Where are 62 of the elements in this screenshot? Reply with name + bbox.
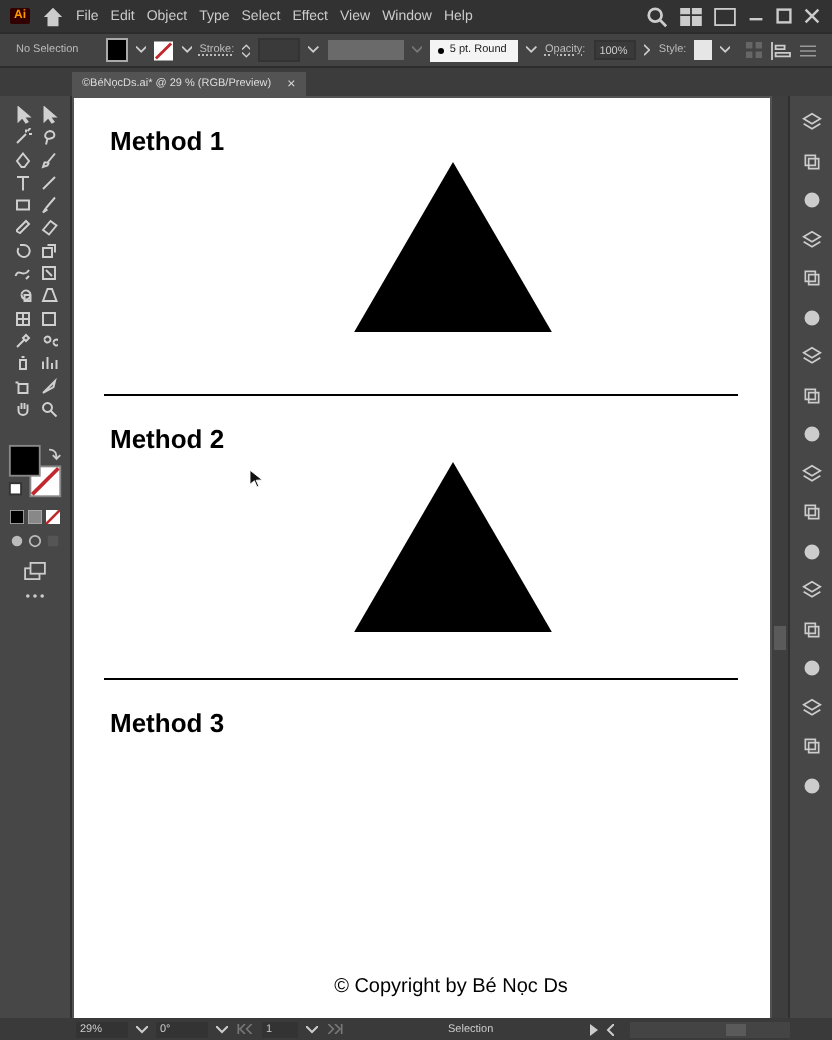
- chevron-icon[interactable]: [643, 44, 651, 56]
- dot-icon: [437, 47, 444, 53]
- style-swatch[interactable]: [694, 40, 712, 60]
- wand-icon[interactable]: [13, 128, 31, 147]
- search-icon[interactable]: [646, 5, 668, 27]
- close-icon[interactable]: [804, 8, 820, 24]
- eraser-icon[interactable]: [39, 218, 57, 237]
- caret-icon[interactable]: [308, 46, 320, 54]
- workspace-icon[interactable]: [680, 7, 702, 25]
- caret-icon[interactable]: [306, 1025, 318, 1033]
- window-icon[interactable]: [714, 7, 736, 25]
- rotate-icon[interactable]: [13, 241, 31, 260]
- horizontal-scrollbar[interactable]: [629, 1021, 790, 1037]
- caret-icon[interactable]: [136, 1025, 148, 1033]
- scale-icon[interactable]: [39, 241, 57, 260]
- eyedropper-icon[interactable]: [13, 331, 31, 350]
- brush-icon[interactable]: [39, 196, 57, 215]
- first-page-icon[interactable]: [236, 1024, 254, 1034]
- bar-graph-icon[interactable]: [39, 354, 57, 373]
- mesh-icon[interactable]: [13, 309, 31, 328]
- pencil-icon[interactable]: [13, 218, 31, 237]
- pen-icon[interactable]: [13, 151, 31, 170]
- gradient-mode-icon[interactable]: [28, 509, 42, 524]
- spinner-icon[interactable]: [242, 41, 251, 59]
- none-mode-icon[interactable]: [46, 509, 60, 524]
- brush-icon[interactable]: [39, 151, 57, 170]
- perspective-icon[interactable]: [39, 286, 57, 305]
- layers-icon[interactable]: [801, 112, 821, 132]
- lasso-icon[interactable]: [39, 128, 57, 147]
- chevron-icon[interactable]: [605, 1023, 614, 1035]
- variable-width-field[interactable]: [327, 40, 404, 60]
- search-icon[interactable]: [39, 399, 57, 418]
- fill-swatch[interactable]: [106, 38, 128, 62]
- blend-icon[interactable]: [39, 331, 57, 350]
- direct-selection-icon[interactable]: [39, 106, 57, 124]
- panel-menu-icon[interactable]: [800, 43, 817, 57]
- artboard-icon[interactable]: [13, 377, 31, 396]
- stroke-swatch[interactable]: [154, 39, 174, 61]
- method-heading: Method 1: [108, 126, 225, 156]
- hand-icon[interactable]: [13, 399, 31, 418]
- caret-icon[interactable]: [216, 1025, 228, 1033]
- line-icon[interactable]: [39, 173, 57, 192]
- method-heading: Method 2: [108, 424, 225, 454]
- knife-icon[interactable]: [39, 377, 57, 396]
- vertical-scrollbar[interactable]: [772, 96, 788, 1018]
- rectangle-icon[interactable]: [13, 196, 31, 215]
- caret-icon[interactable]: [526, 46, 537, 54]
- last-page-icon[interactable]: [326, 1024, 344, 1034]
- copyright-text: © Copyright by Bé Nọc Ds: [334, 976, 568, 998]
- method-heading: Method 3: [108, 708, 225, 738]
- maximize-icon[interactable]: [776, 8, 792, 24]
- screen-mode-icon[interactable]: [24, 561, 46, 580]
- selection-arrow-icon[interactable]: [13, 106, 31, 124]
- play-icon[interactable]: [589, 1023, 598, 1035]
- warp-icon[interactable]: [13, 264, 31, 283]
- color-mode-icon[interactable]: [10, 509, 24, 524]
- home-icon[interactable]: [42, 5, 64, 27]
- caret-icon[interactable]: [181, 46, 192, 54]
- caret-icon[interactable]: [719, 46, 731, 54]
- caret-icon[interactable]: [135, 46, 147, 54]
- fill-stroke-drawing[interactable]: [7, 443, 63, 500]
- more-icon[interactable]: [26, 593, 44, 598]
